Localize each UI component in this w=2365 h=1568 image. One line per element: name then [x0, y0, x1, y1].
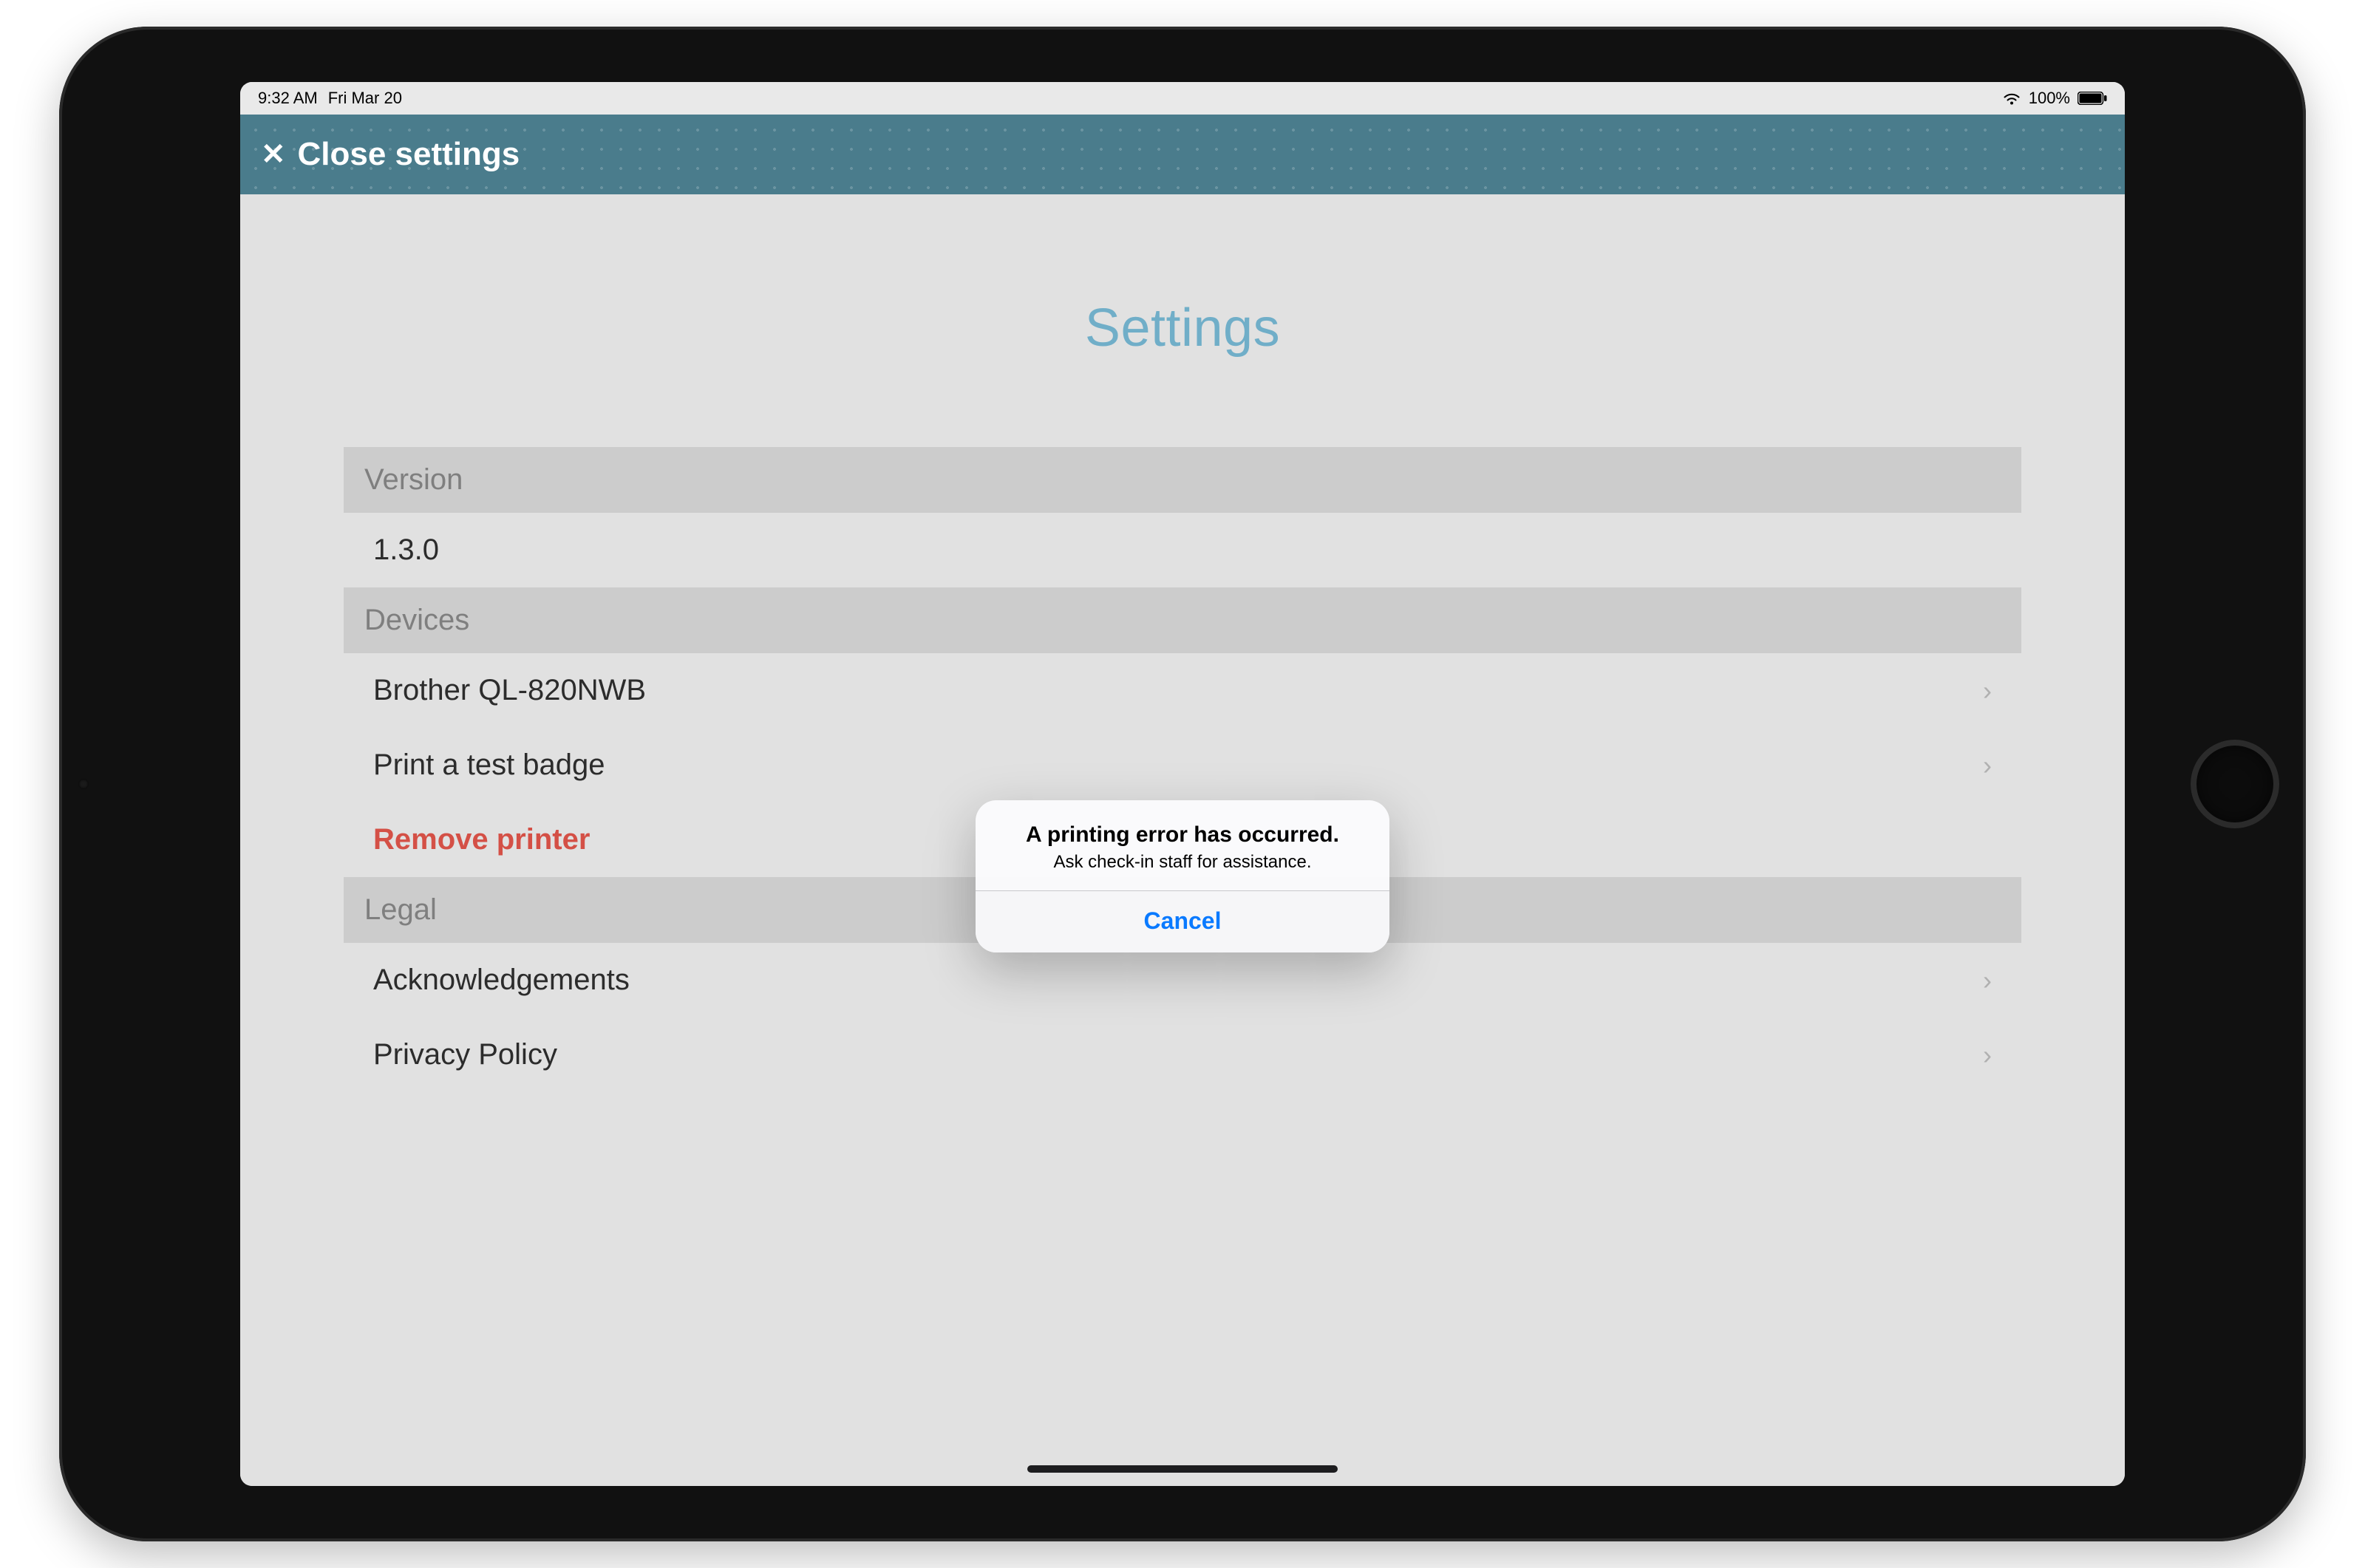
ipad-frame: 9:32 AM Fri Mar 20 100%: [59, 27, 2306, 1541]
settings-content: Settings Version 1.3.0 Devices Brother Q…: [240, 194, 2125, 1486]
nav-bar: ✕ Close settings: [240, 115, 2125, 194]
battery-icon: [2078, 92, 2107, 105]
status-bar: 9:32 AM Fri Mar 20 100%: [240, 82, 2125, 115]
status-time: 9:32 AM: [258, 89, 318, 108]
status-battery-pct: 100%: [2029, 89, 2070, 108]
alert-dialog: A printing error has occurred. Ask check…: [976, 800, 1389, 952]
close-settings-button[interactable]: ✕ Close settings: [261, 136, 520, 173]
close-icon: ✕: [261, 140, 286, 169]
home-indicator[interactable]: [1027, 1465, 1338, 1473]
alert-backdrop: A printing error has occurred. Ask check…: [240, 194, 2125, 1486]
screen: 9:32 AM Fri Mar 20 100%: [240, 82, 2125, 1486]
status-date: Fri Mar 20: [328, 89, 402, 108]
wifi-icon: [2002, 91, 2021, 106]
close-settings-label: Close settings: [298, 136, 520, 173]
home-button[interactable]: [2191, 740, 2279, 828]
alert-cancel-button[interactable]: Cancel: [976, 891, 1389, 952]
alert-title: A printing error has occurred.: [996, 822, 1369, 848]
alert-message: Ask check-in staff for assistance.: [996, 852, 1369, 873]
